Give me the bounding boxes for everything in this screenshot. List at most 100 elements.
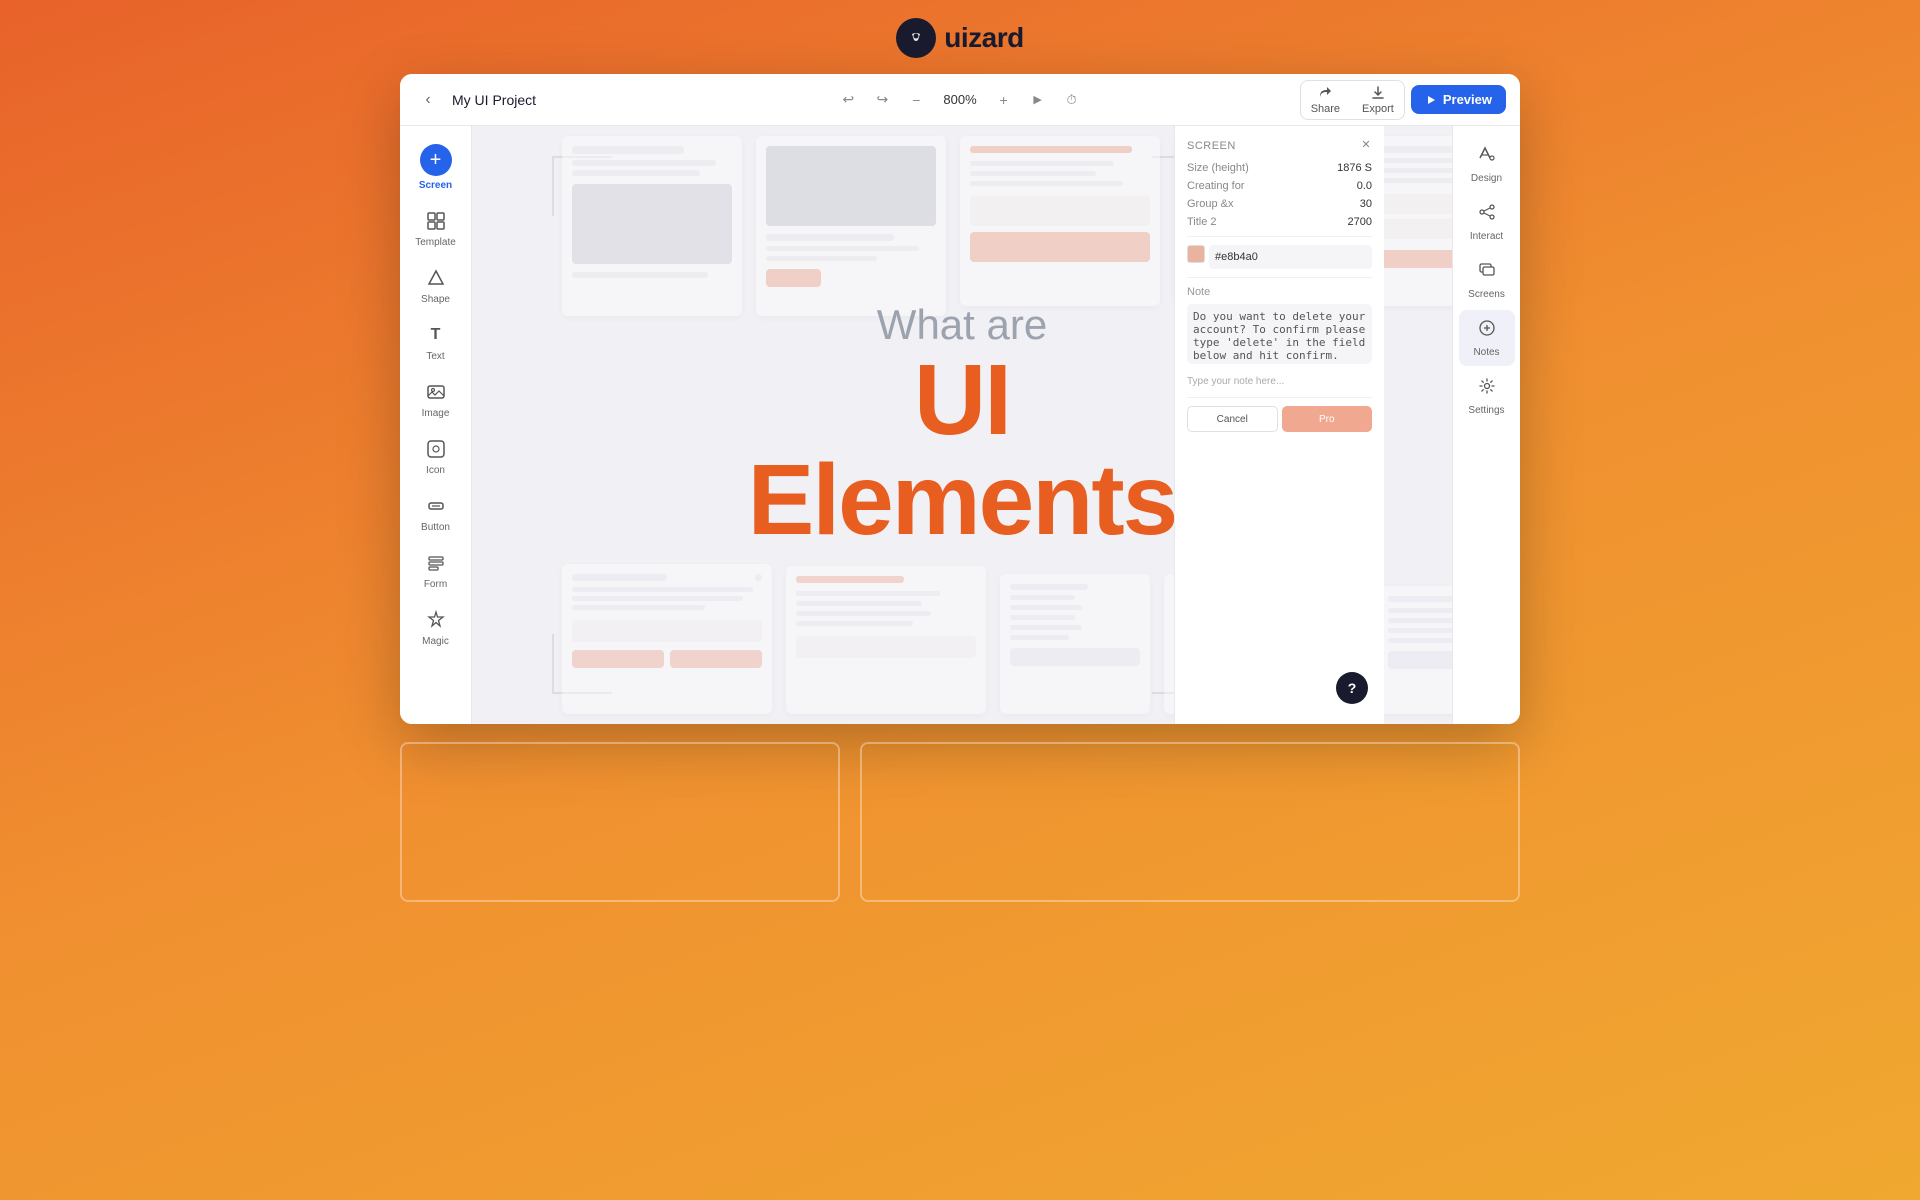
export-button[interactable]: Export — [1352, 81, 1404, 119]
mock-bottom-5 — [1378, 586, 1452, 714]
sidebar-item-design[interactable]: Design — [1459, 136, 1515, 192]
rp-size-value: 1876 S — [1337, 162, 1372, 174]
right-panel: ✕ SCREEN Size (height) 1876 S Creating f… — [1174, 126, 1384, 724]
preview-button[interactable]: Preview — [1411, 85, 1506, 114]
screen-label: Screen — [419, 180, 452, 191]
redo-button[interactable]: ↪ — [867, 85, 897, 115]
rp-color-row — [1187, 245, 1372, 269]
sidebar-item-screen[interactable]: + Screen — [406, 136, 466, 199]
screens-label: Screens — [1468, 289, 1505, 300]
undo-button[interactable]: ↩ — [833, 85, 863, 115]
notes-label: Notes — [1473, 347, 1499, 358]
rp-title-label: Title 2 — [1187, 216, 1217, 228]
button-icon — [424, 494, 448, 518]
design-label: Design — [1471, 173, 1502, 184]
sidebar-item-notes[interactable]: Notes — [1459, 310, 1515, 366]
sidebar-item-button[interactable]: Button — [406, 486, 466, 541]
rp-divider-3 — [1187, 397, 1372, 398]
zoom-in-button[interactable]: + — [989, 85, 1019, 115]
export-label: Export — [1362, 103, 1394, 115]
rp-section-title: SCREEN — [1187, 140, 1372, 152]
help-button[interactable]: ? — [1336, 672, 1368, 704]
back-button[interactable]: ‹ — [414, 86, 442, 114]
design-icon — [1477, 144, 1497, 169]
sidebar-item-image[interactable]: Image — [406, 372, 466, 427]
timer-button[interactable]: ⏱ — [1057, 85, 1087, 115]
zoom-level: 800% — [935, 92, 984, 107]
image-label: Image — [422, 408, 450, 419]
form-icon — [424, 551, 448, 575]
screen-icon: + — [420, 144, 452, 176]
sidebar-item-icon[interactable]: Icon — [406, 429, 466, 484]
rp-cancel-button[interactable]: Cancel — [1187, 406, 1278, 432]
rp-note-textarea[interactable]: Do you want to delete your account? To c… — [1187, 304, 1372, 364]
button-label: Button — [421, 522, 450, 533]
text-icon: T — [424, 323, 448, 347]
interact-icon — [1477, 202, 1497, 227]
rp-row-title: Title 2 2700 — [1187, 216, 1372, 228]
sidebar-item-interact[interactable]: Interact — [1459, 194, 1515, 250]
play-button[interactable]: ▶ — [1023, 85, 1053, 115]
sidebar-item-form[interactable]: Form — [406, 543, 466, 598]
sidebar-item-template[interactable]: Template — [406, 201, 466, 256]
rp-title-value: 2700 — [1348, 216, 1372, 228]
text-label: Text — [426, 351, 444, 362]
rp-divider-1 — [1187, 236, 1372, 237]
shape-icon — [424, 266, 448, 290]
mock-screen-1 — [562, 136, 742, 316]
rp-creating-value: 0.0 — [1357, 180, 1372, 192]
main-content: + Screen Template Shape T Text — [400, 126, 1520, 724]
rp-color-input[interactable] — [1209, 245, 1372, 269]
mock-screen-3 — [960, 136, 1160, 306]
sidebar-item-text[interactable]: T Text — [406, 315, 466, 370]
template-icon — [424, 209, 448, 233]
mock-bottom-1 — [562, 564, 772, 714]
rp-pro-button[interactable]: Pro — [1282, 406, 1373, 432]
zoom-out-button[interactable]: − — [901, 85, 931, 115]
mock-bottom-2 — [786, 566, 986, 714]
right-panel-close[interactable]: ✕ — [1356, 134, 1376, 154]
rp-creating-label: Creating for — [1187, 180, 1244, 192]
overlay-text: What are UI Elements — [717, 300, 1207, 550]
icon-label: Icon — [426, 465, 445, 476]
magic-icon — [424, 608, 448, 632]
rp-button-row: Cancel Pro — [1187, 406, 1372, 432]
share-label: Share — [1311, 103, 1340, 115]
overlay-title: UI Elements — [717, 350, 1207, 550]
logo-icon — [896, 18, 936, 58]
rp-note-label: Note — [1187, 286, 1372, 298]
top-bar: uizard — [0, 0, 1920, 70]
toolbar-right: Share Export Preview — [1300, 80, 1506, 120]
logo-text: uizard — [944, 22, 1023, 54]
sidebar-item-shape[interactable]: Shape — [406, 258, 466, 313]
sidebar-item-settings[interactable]: Settings — [1459, 368, 1515, 424]
rp-row-group: Group &x 30 — [1187, 198, 1372, 210]
magic-label: Magic — [422, 636, 449, 647]
rp-divider-2 — [1187, 277, 1372, 278]
share-export-group: Share Export — [1300, 80, 1405, 120]
rp-color-swatch[interactable] — [1187, 245, 1205, 263]
rp-group-value: 30 — [1360, 198, 1372, 210]
deco-box-left — [400, 742, 840, 902]
app-window: ‹ My UI Project ↩ ↪ − 800% + ▶ ⏱ Share E… — [400, 74, 1520, 724]
title-bar: ‹ My UI Project ↩ ↪ − 800% + ▶ ⏱ Share E… — [400, 74, 1520, 126]
interact-label: Interact — [1470, 231, 1503, 242]
form-label: Form — [424, 579, 447, 590]
sidebar-item-magic[interactable]: Magic — [406, 600, 466, 655]
rp-row-size: Size (height) 1876 S — [1187, 162, 1372, 174]
rp-size-label: Size (height) — [1187, 162, 1249, 174]
settings-icon — [1477, 376, 1497, 401]
icon-icon — [424, 437, 448, 461]
canvas-area[interactable]: What are UI Elements — [472, 126, 1452, 724]
deco-box-right — [860, 742, 1520, 902]
sidebar-item-screens[interactable]: Screens — [1459, 252, 1515, 308]
mock-bottom-3 — [1000, 574, 1150, 714]
rp-note-hint: Type your note here... — [1187, 375, 1372, 389]
right-sidebar: Design Interact Screens No — [1452, 126, 1520, 724]
mock-screen-2 — [756, 136, 946, 316]
shape-label: Shape — [421, 294, 450, 305]
screens-icon — [1477, 260, 1497, 285]
image-icon — [424, 380, 448, 404]
share-button[interactable]: Share — [1301, 81, 1350, 119]
bottom-deco-area — [400, 742, 1520, 902]
